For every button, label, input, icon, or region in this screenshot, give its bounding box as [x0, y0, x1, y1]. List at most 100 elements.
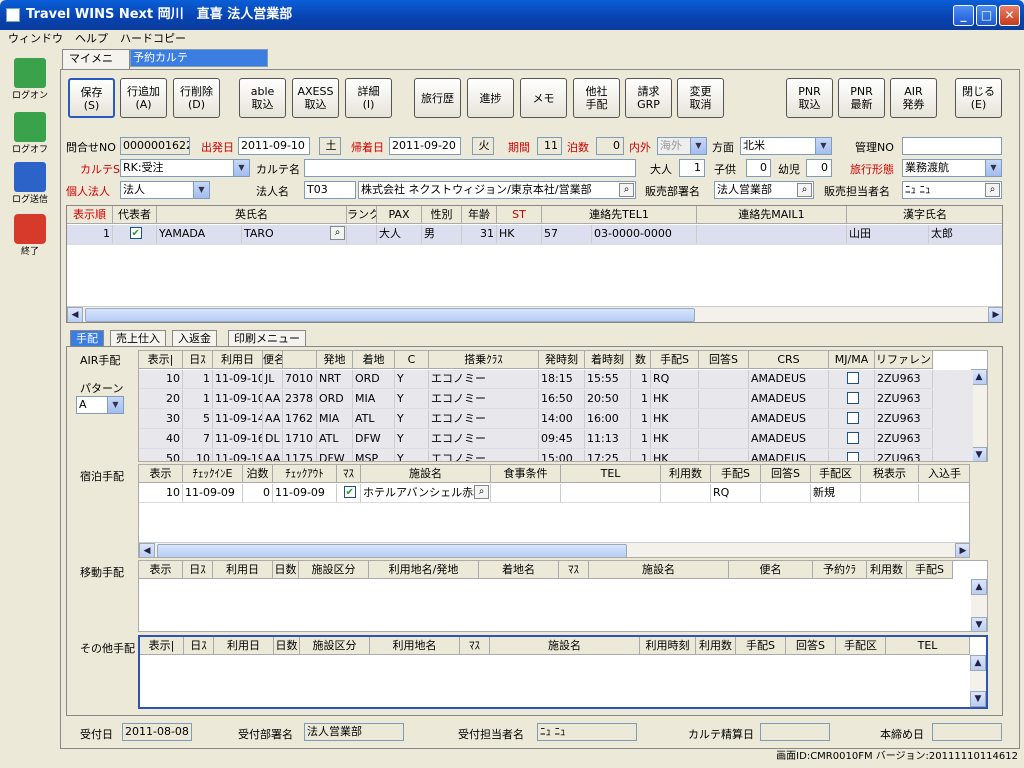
table-row[interactable]: 40 7 11-09-16 DL 1710 ATL DFW Y エコノミー 09:45 11:13 1… — [139, 430, 973, 450]
scroll-down-icon[interactable]: ▼ — [971, 617, 987, 631]
mas-checkbox[interactable] — [343, 484, 356, 502]
hotel-hscrollbar[interactable]: ◀ ▶ — [139, 542, 969, 557]
mj-checkbox[interactable] — [846, 432, 859, 444]
tab-reservation-karte[interactable]: 予約カルテ (0000001622) — [130, 49, 268, 80]
infant-field[interactable]: 0 — [806, 159, 832, 177]
search-icon[interactable]: ⌕ — [619, 183, 634, 197]
mgmt-no-label: 管理NO — [855, 141, 894, 154]
search-icon[interactable]: ⌕ — [985, 183, 1000, 197]
table-row[interactable]: 20 1 11-09-10 AA 2378 ORD MIA Y エコノミー 16:50 20:50 1… — [139, 390, 973, 410]
delete-row-button[interactable]: 行削除 (D) — [173, 78, 220, 118]
add-row-button[interactable]: 行追加 (A) — [120, 78, 167, 118]
adult-field[interactable]: 1 — [679, 159, 705, 177]
table-row[interactable]: 10 1 11-09-10 JL 7010 NRT ORD Y エコノミー 18:15 15:55 1… — [139, 370, 973, 390]
representative-checkbox[interactable] — [129, 225, 142, 243]
table-cell: 1 — [631, 450, 651, 461]
table-row[interactable]: 1 YAMADA TARO⌕ 大人 男 31 HK 57 03-0000-000… — [67, 225, 1002, 245]
table-row[interactable]: 1011-09-09011-09-09ホテルアバンシェル赤坂⌕RQ新規 — [139, 484, 969, 504]
air-ticket-button[interactable]: AIR 発券 — [890, 78, 937, 118]
direction-select[interactable]: 北米 ▼ — [740, 137, 832, 155]
air-vscrollbar[interactable]: ▲ ▼ — [971, 369, 987, 461]
sales-person-field[interactable]: ﾆｭ ﾆｭ ⌕ — [902, 181, 1002, 199]
corp-code-field[interactable]: T03 — [304, 181, 356, 199]
table-cell: 11-09-10 — [213, 390, 263, 409]
menu-bar: ウィンドウ ヘルプ ハードコピー — [0, 30, 1024, 48]
table-cell: 20:50 — [585, 390, 631, 409]
subtab-print-menu[interactable]: 印刷メニュー — [228, 330, 306, 346]
table-row[interactable]: 30 5 11-09-14 AA 1762 MIA ATL Y エコノミー 14:00 16:00 1… — [139, 410, 973, 430]
col-header: 便名 — [729, 561, 813, 579]
minimize-button[interactable]: _ — [953, 5, 974, 26]
scroll-left-icon[interactable]: ◀ — [67, 307, 83, 322]
table-cell: 15:55 — [585, 370, 631, 389]
scroll-right-icon[interactable]: ▶ — [955, 543, 969, 557]
scroll-up-icon[interactable]: ▲ — [970, 655, 986, 671]
app-icon — [6, 8, 20, 22]
table-cell: 40 — [139, 430, 183, 449]
scroll-up-icon[interactable]: ▲ — [971, 579, 987, 595]
table-cell: 16:50 — [539, 390, 585, 409]
tab-my-menu[interactable]: マイメニュー — [62, 49, 130, 83]
mj-checkbox[interactable] — [846, 412, 859, 424]
progress-button[interactable]: 進捗 — [467, 78, 514, 118]
other-company-button[interactable]: 他社 手配 — [573, 78, 620, 118]
subtab-deposit-refund[interactable]: 入返金 — [172, 330, 217, 346]
scroll-left-icon[interactable]: ◀ — [139, 543, 155, 557]
scroll-down-icon[interactable]: ▼ — [970, 691, 986, 707]
scroll-thumb[interactable] — [157, 544, 627, 557]
corp-name-field[interactable]: 株式会社 ネクストウィジョン/東京本社/営業部 ⌕ — [358, 181, 636, 199]
exit-button[interactable]: 終了 — [10, 214, 50, 262]
search-icon[interactable]: ⌕ — [797, 183, 812, 197]
search-icon[interactable]: ⌕ — [474, 485, 489, 499]
pattern-select[interactable]: A ▼ — [76, 396, 124, 414]
able-import-button[interactable]: able 取込 — [239, 78, 286, 118]
pax-hscrollbar[interactable]: ◀ ▶ — [67, 306, 1002, 322]
subtab-arrangement[interactable]: 手配 — [70, 330, 104, 346]
domintl-select[interactable]: 海外 ▼ — [657, 137, 707, 155]
save-button[interactable]: 保存 (S) — [68, 78, 115, 118]
change-cancel-button[interactable]: 変更 取消 — [677, 78, 724, 118]
menu-help[interactable]: ヘルプ — [75, 32, 108, 45]
scroll-down-icon[interactable]: ▼ — [971, 447, 987, 461]
menu-hardcopy[interactable]: ハードコピー — [120, 32, 186, 45]
trip-type-select[interactable]: 業務渡航 ▼ — [902, 159, 1002, 177]
search-icon[interactable]: ⌕ — [330, 226, 345, 240]
travel-history-button[interactable]: 旅行歴 — [414, 78, 461, 118]
pnr-latest-button[interactable]: PNR 最新 — [838, 78, 885, 118]
logon-button[interactable]: ログオン — [10, 58, 50, 106]
scroll-up-icon[interactable]: ▲ — [971, 369, 987, 385]
move-vscrollbar[interactable]: ▲ ▼ — [971, 579, 987, 631]
memo-button[interactable]: メモ — [520, 78, 567, 118]
other-vscrollbar[interactable]: ▲ ▼ — [970, 655, 986, 707]
logoff-button[interactable]: ログオフ — [10, 112, 50, 160]
close-window-button[interactable]: ✕ — [999, 5, 1020, 26]
mj-checkbox[interactable] — [846, 372, 859, 384]
log-send-button[interactable]: ログ送信 — [10, 162, 50, 210]
karte-name-field[interactable] — [304, 159, 636, 177]
mj-checkbox[interactable] — [846, 392, 859, 404]
mgmt-no-field[interactable] — [902, 137, 1002, 155]
table-cell: 2ZU963 — [875, 390, 933, 409]
personal-corp-select[interactable]: 法人 ▼ — [120, 181, 210, 199]
table-cell: 1 — [631, 390, 651, 409]
sales-dept-field[interactable]: 法人営業部 ⌕ — [714, 181, 814, 199]
detail-button[interactable]: 詳細 (I) — [345, 78, 392, 118]
child-field[interactable]: 0 — [746, 159, 771, 177]
axess-import-button[interactable]: AXESS 取込 — [292, 78, 339, 118]
maximize-button[interactable]: □ — [976, 5, 997, 26]
menu-window[interactable]: ウィンドウ — [8, 32, 63, 45]
scroll-thumb[interactable] — [85, 308, 695, 322]
subtab-sales-purchase[interactable]: 売上仕入 — [110, 330, 166, 346]
table-row[interactable]: 50 10 11-09-19 AA 1175 DFW MSP Y エコノミー 15:00 17:25… — [139, 450, 973, 461]
scroll-right-icon[interactable]: ▶ — [988, 307, 1002, 322]
mj-checkbox[interactable] — [846, 452, 859, 461]
close-button[interactable]: 閉じる (E) — [955, 78, 1002, 118]
return-date-field[interactable]: 2011-09-20 — [389, 137, 461, 155]
karte-st-select[interactable]: RK:受注 ▼ — [120, 159, 250, 177]
table-cell: Y — [395, 390, 429, 409]
invoice-grp-button[interactable]: 請求 GRP — [625, 78, 672, 118]
col-header: 利用数 — [661, 465, 711, 483]
pnr-import-button[interactable]: PNR 取込 — [786, 78, 833, 118]
table-cell — [699, 370, 749, 389]
depart-date-field[interactable]: 2011-09-10 — [238, 137, 310, 155]
